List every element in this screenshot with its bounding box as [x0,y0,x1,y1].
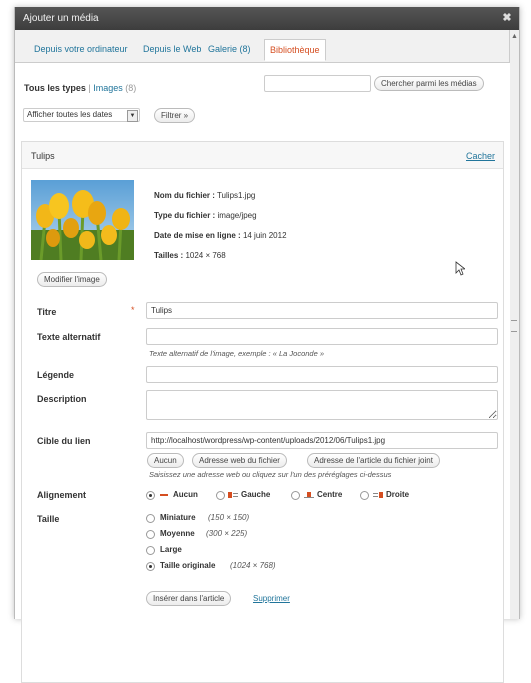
tab-bar: Depuis votre ordinateur Depuis le Web Ga… [15,30,510,63]
align-none-radio[interactable] [146,491,155,500]
size-thumbnail-label: Miniature [160,513,196,522]
size-label: Taille [37,514,60,524]
size-original-radio[interactable] [146,562,155,571]
align-right-radio[interactable] [360,491,369,500]
delete-link[interactable]: Supprimer [253,594,290,603]
description-label: Description [37,394,87,404]
tab-library[interactable]: Bibliothèque [264,39,326,61]
filter-all-types[interactable]: Tous les types [24,83,86,93]
filter-separator: | [88,83,91,93]
media-item-header: Tulips Cacher [22,142,503,169]
alignment-label: Alignement [37,490,87,500]
filter-button[interactable]: Filtrer » [154,108,196,123]
date-select-value: Afficher toutes les dates [27,110,113,119]
size-large-label: Large [160,545,182,554]
align-left-radio[interactable] [216,491,225,500]
align-right-label: Droite [386,490,410,499]
scroll-up-icon[interactable]: ▲ [511,33,518,40]
size-medium-label: Moyenne [160,529,195,538]
align-left-icon [228,492,238,498]
align-center-icon [304,492,314,498]
caption-label: Légende [37,370,75,380]
link-target-label: Cible du lien [37,436,91,446]
upload-date: 14 juin 2012 [242,231,287,240]
upload-date-row: Date de mise en ligne : 14 juin 2012 [154,231,287,240]
size-options: Miniature (150 × 150) Moyenne (300 × 225… [146,512,446,592]
filter-images-count: (8) [125,83,137,93]
dialog-title: Ajouter un média [23,13,99,24]
align-center-radio[interactable] [291,491,300,500]
required-mark: * [131,305,135,315]
alt-text-input[interactable] [146,328,498,345]
title-label: Titre [37,307,57,317]
link-post-button[interactable]: Adresse de l'article du fichier joint [307,453,440,468]
filter-images[interactable]: Images [93,83,123,93]
alt-text-label: Texte alternatif [37,332,101,342]
tab-from-web[interactable]: Depuis le Web [143,44,201,54]
tab-gallery[interactable]: Galerie (8) [208,44,251,54]
link-file-button[interactable]: Adresse web du fichier [192,453,287,468]
close-icon[interactable]: ✖ [501,12,513,24]
mouse-cursor-icon [455,261,465,276]
align-none-icon [160,494,168,496]
media-dialog: Ajouter un média ✖ Depuis votre ordinate… [14,7,520,683]
alt-text-help: Texte alternatif de l'image, exemple : «… [149,349,325,358]
chevron-down-icon[interactable]: ▼ [127,110,138,122]
media-search-input[interactable] [264,75,371,92]
alignment-options: Aucun Gauche Centre Droite [146,490,446,502]
dialog-titlebar: Ajouter un média ✖ [15,7,519,30]
media-item: Tulips Cacher Nom du fichier: Tulips1.j… [21,141,504,683]
caption-input[interactable] [146,366,498,383]
date-select[interactable]: Afficher toutes les dates ▼ [23,108,140,122]
thumbnail-image [31,180,134,260]
size-large-radio[interactable] [146,546,155,555]
image-size: 1024 × 768 [185,251,226,260]
tab-from-computer[interactable]: Depuis votre ordinateur [34,44,128,54]
align-none-label: Aucun [173,490,198,499]
size-medium-radio[interactable] [146,530,155,539]
link-url-input[interactable] [146,432,498,449]
size-original-label: Taille originale [160,561,216,570]
scrollbar[interactable]: ▲ [509,30,519,619]
image-size-row: Tailles : 1024 × 768 [154,251,226,260]
link-none-button[interactable]: Aucun [147,453,184,468]
scroll-thumb[interactable] [511,320,517,332]
link-help: Saisissez une adresse web ou cliquez sur… [149,470,392,479]
insert-into-post-button[interactable]: Insérer dans l'article [146,591,232,606]
align-left-label: Gauche [241,490,271,499]
file-type: image/jpeg [217,211,257,220]
title-input[interactable] [146,302,498,319]
size-original-dims: (1024 × 768) [230,561,276,570]
file-type-row: Type du fichier : image/jpeg [154,211,257,220]
hide-link[interactable]: Cacher [466,151,495,161]
align-center-label: Centre [317,490,343,499]
media-item-name: Tulips [31,151,55,161]
size-thumbnail-radio[interactable] [146,514,155,523]
description-textarea[interactable] [146,390,498,420]
file-name-row: Nom du fichier : Tulips1.jpg [154,191,256,200]
size-medium-dims: (300 × 225) [206,529,248,538]
file-name: Tulips1.jpg [216,191,256,200]
dialog-content: Tous les types | Images (8) Chercher par… [15,63,510,683]
edit-image-button[interactable]: Modifier l'image [37,272,107,287]
align-right-icon [373,492,383,498]
type-filter: Tous les types | Images (8) [24,83,136,93]
size-thumbnail-dims: (150 × 150) [208,513,250,522]
search-media-button[interactable]: Chercher parmi les médias [374,76,484,91]
